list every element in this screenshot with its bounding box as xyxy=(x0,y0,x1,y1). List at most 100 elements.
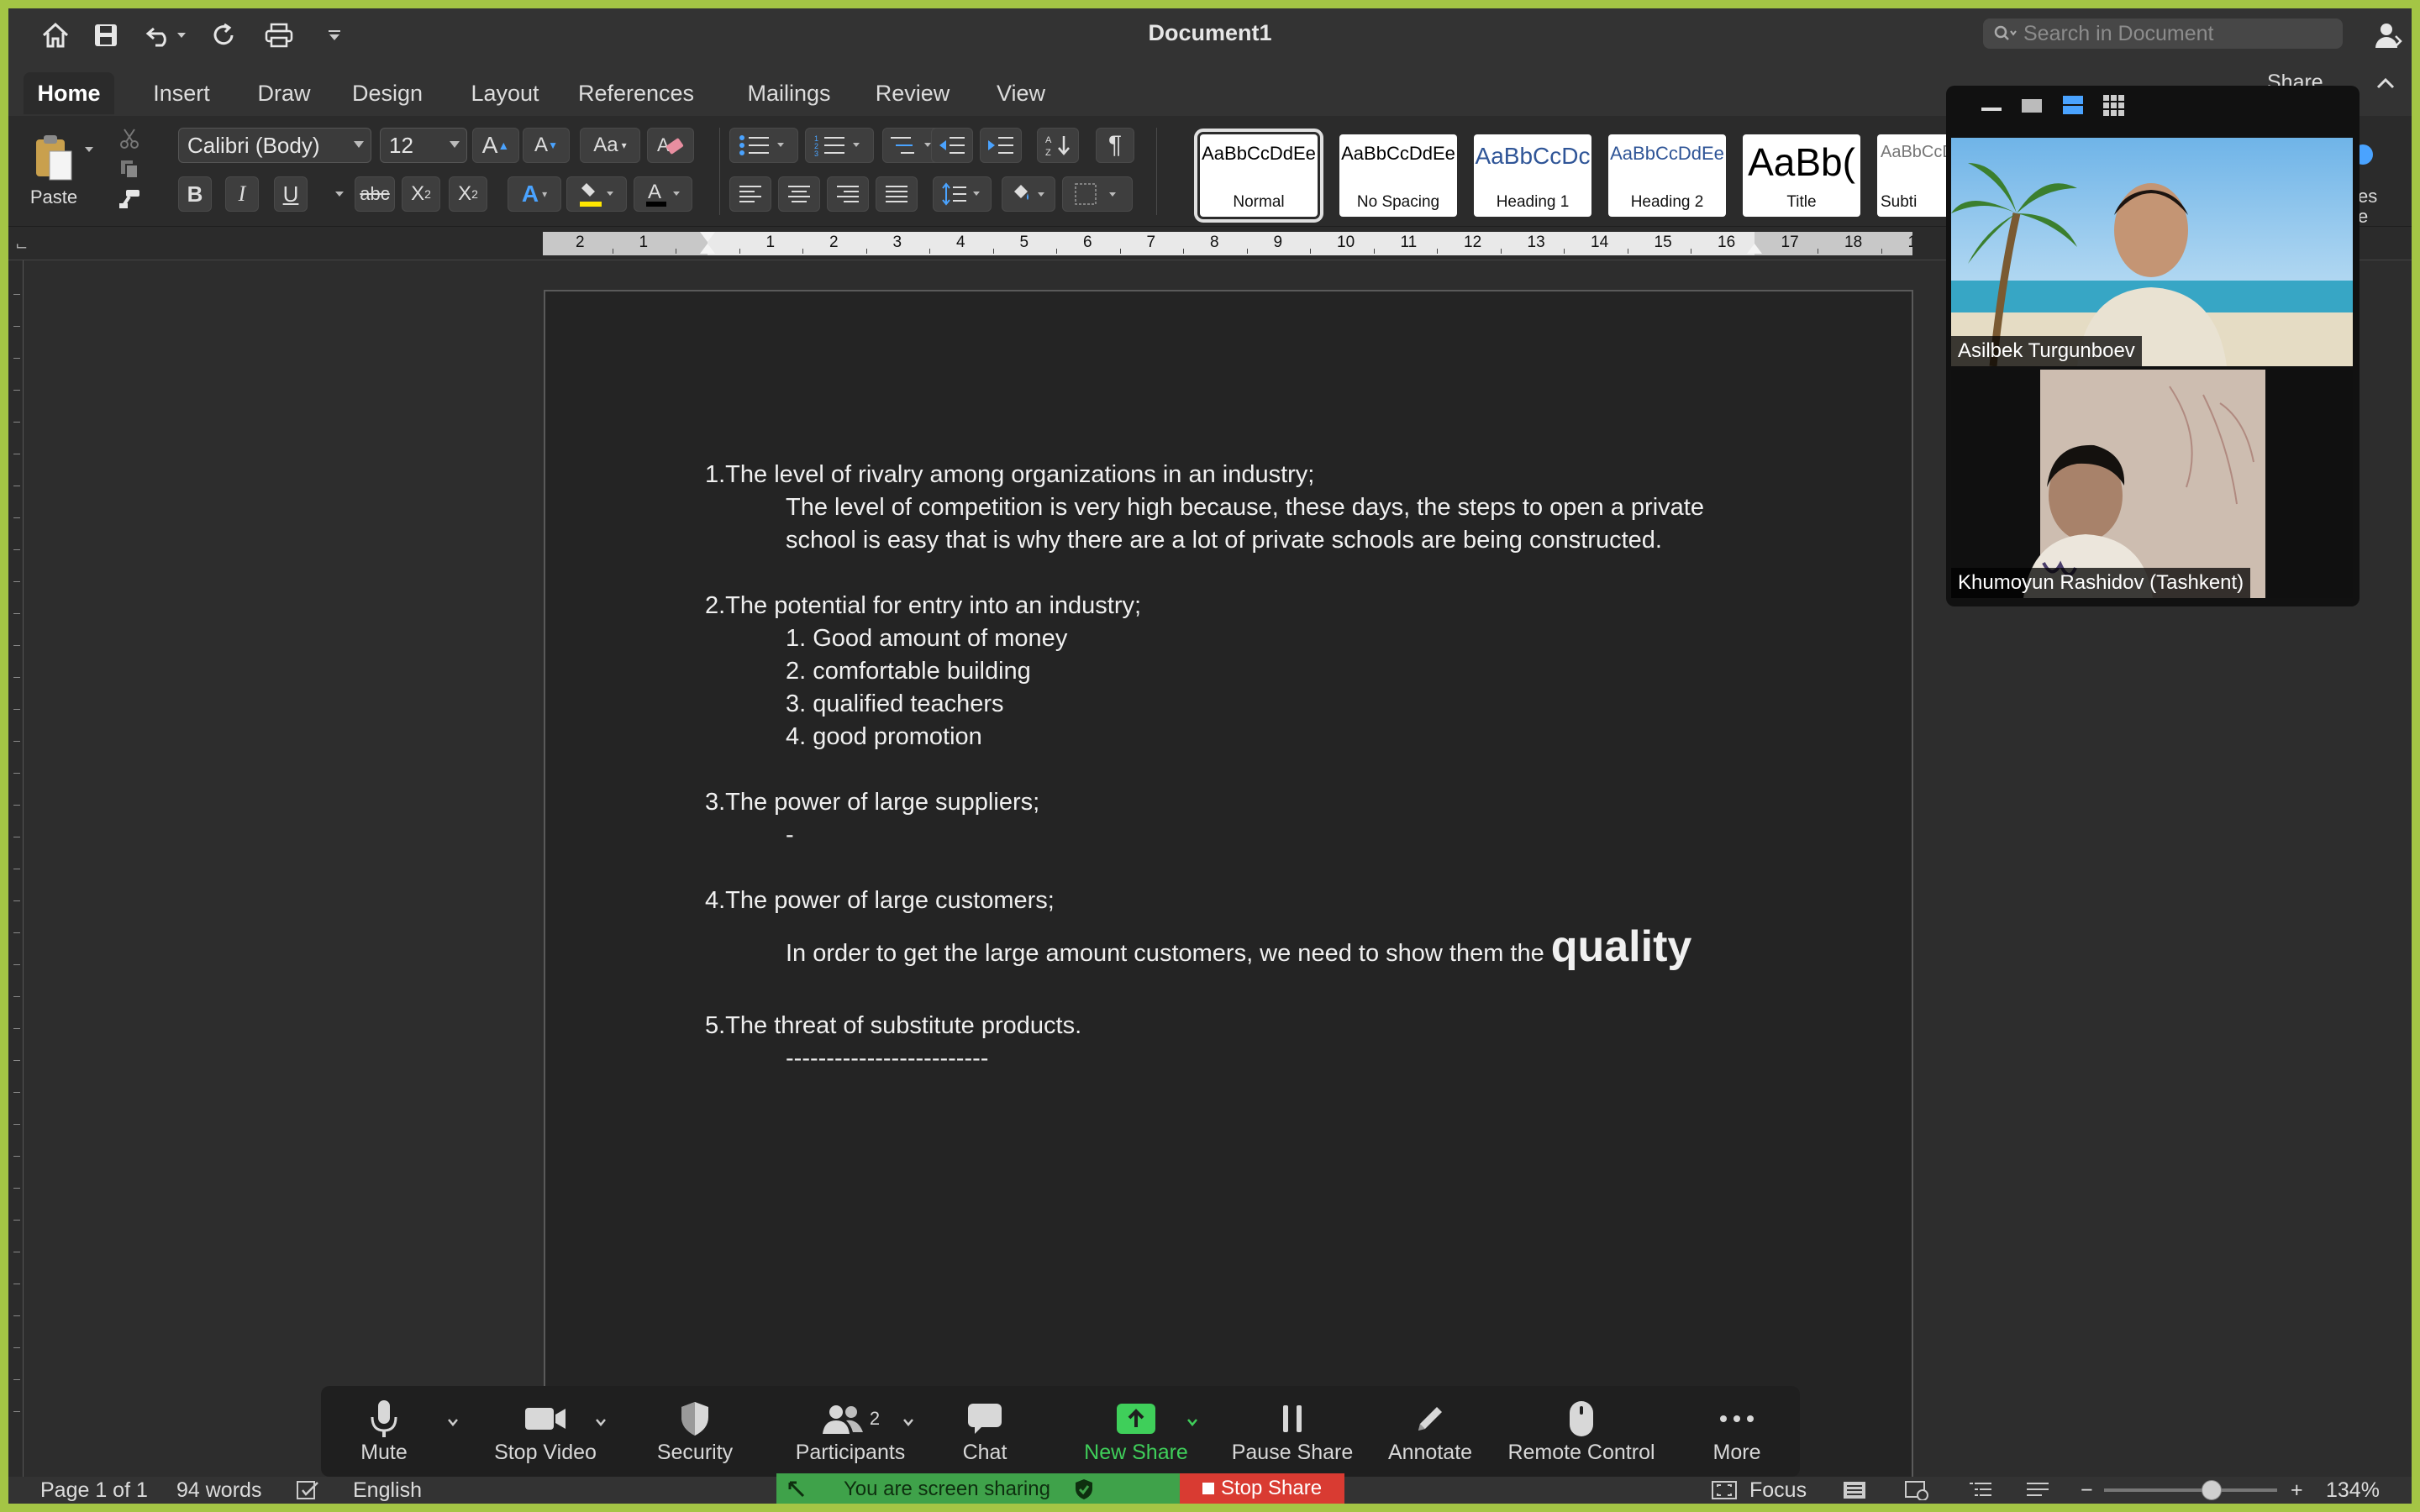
align-center-icon[interactable] xyxy=(778,176,820,212)
focus-label[interactable]: Focus xyxy=(1749,1478,1807,1503)
tab-review[interactable]: Review xyxy=(869,72,956,114)
stop-share-button[interactable]: Stop Share xyxy=(1180,1473,1344,1504)
clear-formatting-icon[interactable]: A xyxy=(647,128,694,163)
tab-view[interactable]: View xyxy=(983,72,1059,114)
participants-button[interactable]: 2 Participants xyxy=(775,1394,926,1470)
undo-dropdown-icon[interactable] xyxy=(173,18,190,52)
bullets-icon[interactable] xyxy=(729,128,798,163)
superscript-button[interactable]: X2 xyxy=(449,176,487,212)
chat-button[interactable]: Chat xyxy=(934,1394,1035,1470)
show-formatting-marks-icon[interactable]: ¶ xyxy=(1096,128,1134,163)
underline-button[interactable]: U xyxy=(274,176,308,212)
style-title[interactable]: AaBb( Title xyxy=(1743,134,1860,217)
font-color-icon[interactable]: A xyxy=(634,176,692,212)
speaker-view-icon[interactable] xyxy=(2022,99,2042,113)
undo-icon[interactable] xyxy=(143,18,176,52)
strip-view-icon[interactable] xyxy=(2062,94,2084,116)
language[interactable]: English xyxy=(353,1478,422,1503)
customize-toolbar-icon[interactable] xyxy=(324,18,345,52)
tab-home[interactable]: Home xyxy=(24,72,114,114)
zoom-percentage[interactable]: 134% xyxy=(2326,1478,2380,1503)
tab-mailings[interactable]: Mailings xyxy=(736,72,842,114)
redo-icon[interactable] xyxy=(207,18,240,52)
minimize-icon[interactable] xyxy=(1981,108,2002,111)
style-normal[interactable]: AaBbCcDdEe Normal xyxy=(1194,129,1323,223)
tab-design[interactable]: Design xyxy=(341,72,434,114)
copy-icon[interactable] xyxy=(114,156,145,181)
indent-marker[interactable] xyxy=(700,244,715,254)
ruler-strip[interactable]: 2112345678910111213141516171819 xyxy=(543,232,1912,255)
audio-options-chevron-icon[interactable] xyxy=(447,1418,459,1430)
line-spacing-icon[interactable] xyxy=(933,176,992,212)
draft-view-icon[interactable] xyxy=(2025,1480,2050,1500)
new-share-button[interactable]: New Share xyxy=(1077,1394,1195,1470)
collapse-ribbon-icon[interactable] xyxy=(2376,77,2395,89)
align-right-icon[interactable] xyxy=(827,176,869,212)
style-subtitle[interactable]: AaBbCcDdEe Subti xyxy=(1877,134,1953,217)
strikethrough-button[interactable]: abc xyxy=(355,176,395,212)
font-size-select[interactable]: 12 xyxy=(380,128,467,163)
zoom-out-button[interactable]: − xyxy=(2081,1478,2093,1503)
search-input[interactable]: Search in Document xyxy=(1983,18,2343,49)
save-icon[interactable] xyxy=(89,18,123,52)
share-options-chevron-icon[interactable] xyxy=(1186,1418,1198,1430)
format-painter-icon[interactable] xyxy=(114,186,145,212)
video-options-chevron-icon[interactable] xyxy=(595,1418,607,1430)
participant-video-tile[interactable]: Asilbek Turgunboev xyxy=(1951,138,2353,366)
word-count[interactable]: 94 words xyxy=(176,1478,261,1503)
paste-button[interactable]: Paste xyxy=(20,124,87,217)
align-left-icon[interactable] xyxy=(729,176,771,212)
font-name-select[interactable]: Calibri (Body) xyxy=(178,128,371,163)
numbering-icon[interactable]: 123 xyxy=(805,128,874,163)
web-layout-icon[interactable] xyxy=(1904,1480,1929,1500)
zoom-slider-thumb[interactable] xyxy=(2201,1480,2222,1500)
text-effects-icon[interactable]: A ▾ xyxy=(508,176,561,212)
indent-marker[interactable] xyxy=(1747,244,1762,254)
style-heading-2[interactable]: AaBbCcDdEe Heading 2 xyxy=(1608,134,1726,217)
style-no-spacing[interactable]: AaBbCcDdEe No Spacing xyxy=(1339,134,1457,217)
document-page[interactable]: 1.The level of rivalry among organizatio… xyxy=(544,290,1913,1504)
print-icon[interactable] xyxy=(262,18,296,52)
print-layout-icon[interactable] xyxy=(1842,1480,1867,1500)
outline-view-icon[interactable] xyxy=(1968,1480,1993,1500)
participant-video-tile[interactable]: Khumoyun Rashidov (Tashkent) xyxy=(1951,370,2353,598)
focus-icon[interactable] xyxy=(1711,1480,1738,1500)
sort-icon[interactable]: AZ xyxy=(1037,128,1079,163)
zoom-slider[interactable] xyxy=(2104,1480,2277,1500)
shrink-font-icon[interactable]: A ▼ xyxy=(523,128,570,163)
stop-video-button[interactable]: Stop Video xyxy=(466,1394,625,1470)
tab-draw[interactable]: Draw xyxy=(247,72,321,114)
style-heading-1[interactable]: AaBbCcDc Heading 1 xyxy=(1474,134,1591,217)
decrease-indent-icon[interactable] xyxy=(931,128,973,163)
underline-dropdown-icon[interactable] xyxy=(329,181,350,207)
borders-icon[interactable] xyxy=(1062,176,1133,212)
paste-dropdown-icon[interactable] xyxy=(84,146,94,156)
increase-indent-icon[interactable] xyxy=(980,128,1022,163)
home-icon[interactable] xyxy=(39,18,72,52)
pause-share-button[interactable]: Pause Share xyxy=(1217,1394,1368,1470)
italic-button[interactable]: I xyxy=(225,176,259,212)
tab-insert[interactable]: Insert xyxy=(139,72,224,114)
highlight-color-icon[interactable] xyxy=(566,176,627,212)
security-button[interactable]: Security xyxy=(632,1394,758,1470)
remote-control-button[interactable]: Remote Control xyxy=(1497,1394,1665,1470)
indent-marker[interactable] xyxy=(700,232,715,242)
tab-references[interactable]: References xyxy=(573,72,699,114)
tab-stop-icon[interactable]: ⌙ xyxy=(15,237,28,255)
gallery-view-icon[interactable] xyxy=(2102,94,2124,116)
page-count[interactable]: Page 1 of 1 xyxy=(40,1478,148,1503)
change-case-icon[interactable]: Aa ▾ xyxy=(580,128,640,163)
shading-icon[interactable] xyxy=(1002,176,1055,212)
bold-button[interactable]: B xyxy=(178,176,212,212)
cut-icon[interactable] xyxy=(114,126,145,151)
subscript-button[interactable]: X2 xyxy=(402,176,440,212)
proofing-icon[interactable] xyxy=(296,1480,321,1500)
tab-layout[interactable]: Layout xyxy=(459,72,551,114)
annotate-button[interactable]: Annotate xyxy=(1371,1394,1489,1470)
zoom-in-button[interactable]: + xyxy=(2291,1478,2303,1503)
participants-chevron-icon[interactable] xyxy=(902,1418,914,1430)
screen-sharing-banner[interactable]: You are screen sharing xyxy=(776,1473,1188,1504)
justify-icon[interactable] xyxy=(876,176,918,212)
mute-button[interactable]: Mute xyxy=(321,1394,447,1470)
grow-font-icon[interactable]: A ▲ xyxy=(472,128,519,163)
